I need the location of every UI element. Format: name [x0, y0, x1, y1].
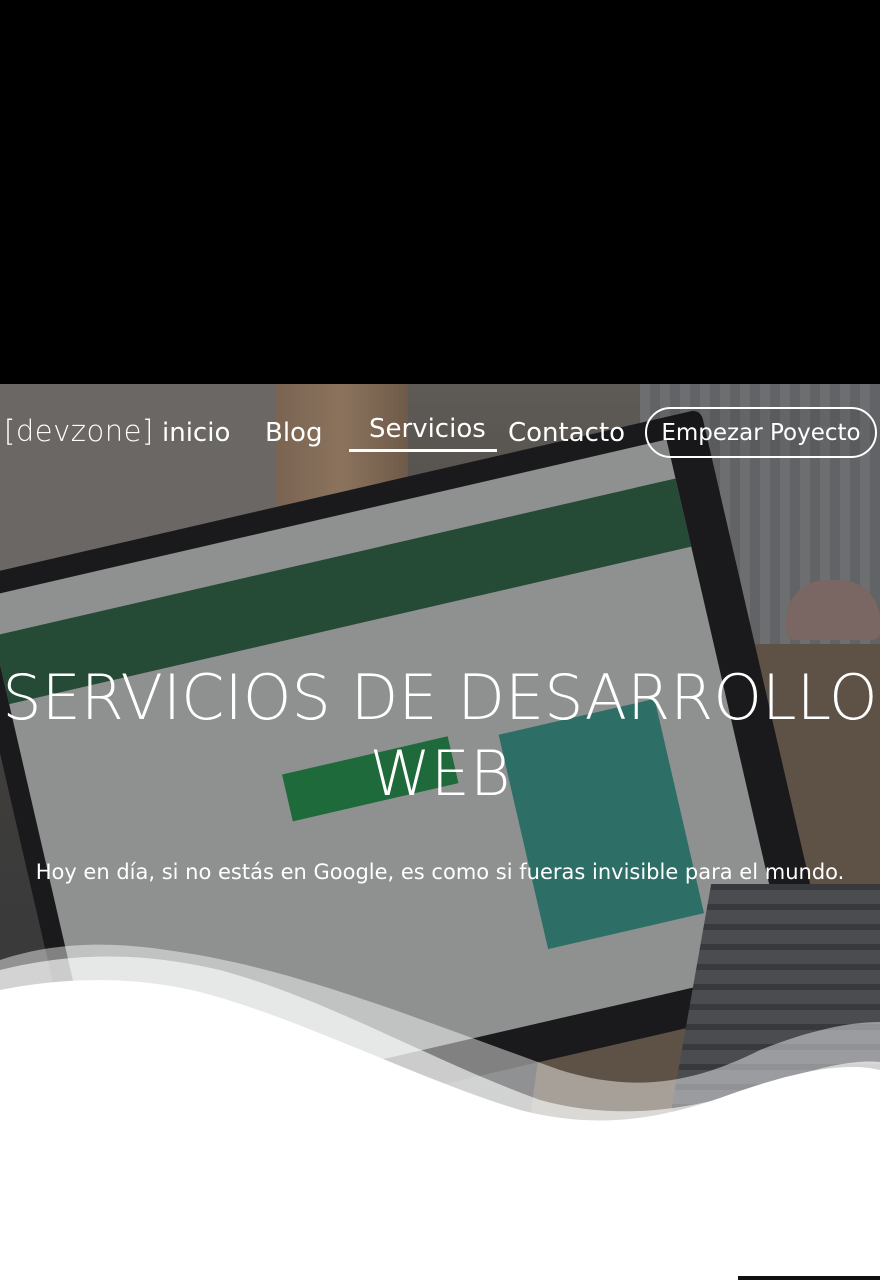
hero-wave-divider [0, 944, 880, 1140]
nav-item-contacto[interactable]: Contacto [508, 418, 625, 448]
nav-item-servicios[interactable]: Servicios [369, 414, 486, 444]
hero-title: SERVICIOS DE DESARROLLO WEB [0, 660, 880, 812]
bottom-edge-bar [738, 1276, 880, 1280]
nav-active-underline [349, 449, 497, 452]
start-project-button[interactable]: Empezar Poyecto [645, 407, 877, 458]
hero-title-line-2: WEB [369, 737, 511, 810]
hero-subtitle: Hoy en día, si no estás en Google, es co… [35, 860, 845, 884]
hero-title-line-1: SERVICIOS DE DESARROLLO [2, 661, 878, 734]
main-navigation: [devzone] inicio Blog Servicios Contacto… [0, 402, 880, 462]
top-black-band [0, 0, 880, 384]
photo-chair [786, 580, 880, 640]
nav-item-blog[interactable]: Blog [265, 418, 322, 448]
nav-item-inicio[interactable]: inicio [162, 418, 230, 448]
devzone-logo[interactable]: [devzone] [4, 414, 154, 448]
